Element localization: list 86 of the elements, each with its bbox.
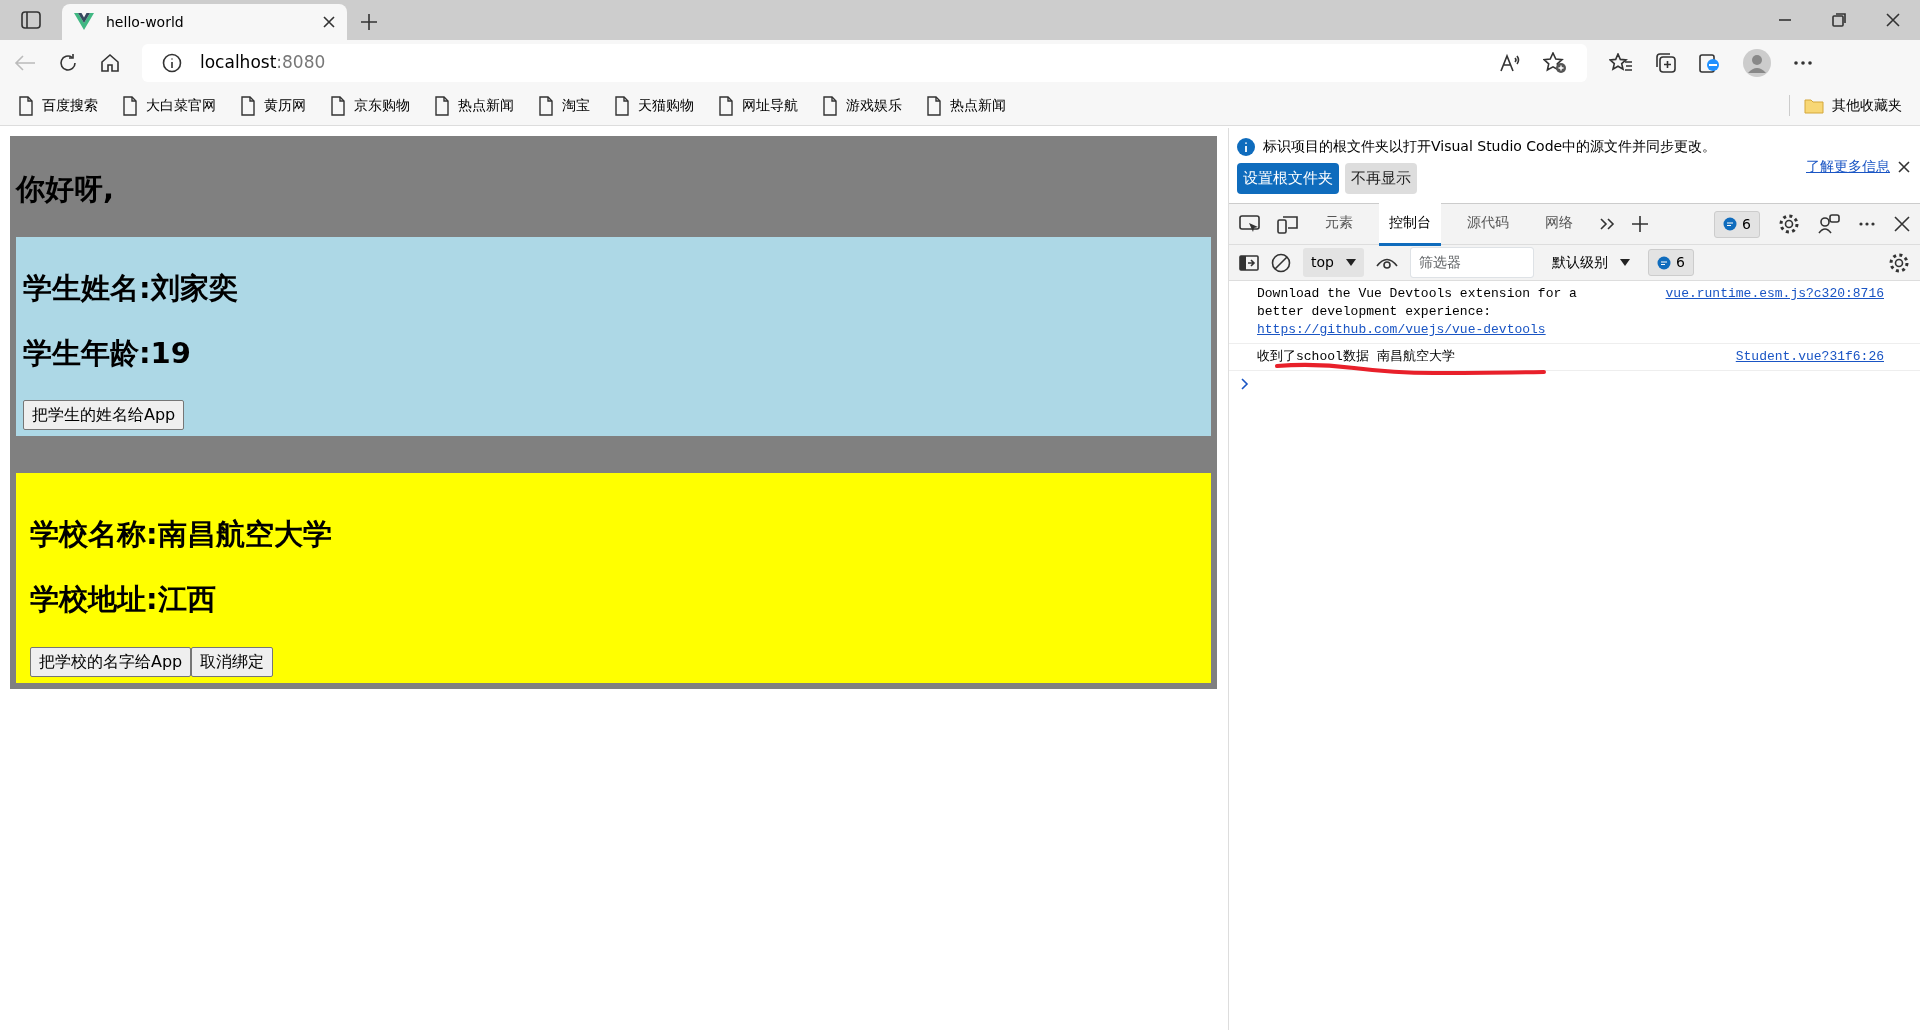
web-button[interactable]: 把学生的姓名给App (23, 400, 185, 431)
home-icon[interactable] (100, 53, 120, 73)
school-address-heading: 学校地址:江西 (30, 582, 217, 617)
plus-icon[interactable] (360, 13, 378, 31)
console-message: Download the Vue Devtools extension for a better development experience: (1257, 285, 1578, 321)
devtools-tab[interactable]: 网络 (1535, 202, 1583, 246)
sidebar-toggle-icon[interactable] (1239, 254, 1259, 271)
bookmark-link[interactable]: 百度搜索 (18, 95, 98, 116)
bookmark-folder[interactable]: 其他收藏夹 (1789, 95, 1902, 116)
plus-icon[interactable] (1631, 215, 1649, 233)
caret-icon (1619, 258, 1630, 267)
devtools-link[interactable]: https://github.com/vuejs/vue-devtools (1257, 322, 1546, 337)
more-icon[interactable] (1858, 221, 1876, 227)
bookmark-link[interactable]: 天猫购物 (614, 95, 694, 116)
log-level-dropdown[interactable]: 默认级别 (1545, 252, 1636, 273)
settings-icon[interactable] (1778, 213, 1800, 235)
source-link[interactable]: vue.runtime.esm.js?c320:8716 (1665, 285, 1884, 303)
devtools-tab[interactable]: 源代码 (1457, 202, 1519, 246)
info-icon (1237, 137, 1255, 156)
page-icon (926, 95, 942, 116)
bookmark-link[interactable]: 京东购物 (330, 95, 410, 116)
page-icon (614, 95, 630, 116)
bookmark-link[interactable]: 网址导航 (718, 95, 798, 116)
more-tabs-icon[interactable] (1599, 217, 1615, 231)
page-icon (822, 95, 838, 116)
info-icon (162, 53, 182, 73)
bookmark-link[interactable]: 淘宝 (538, 95, 590, 116)
devtools-tab[interactable]: 元素 (1315, 202, 1363, 246)
context-dropdown[interactable]: top (1303, 248, 1364, 277)
profile-avatar-icon[interactable] (1743, 49, 1771, 77)
bookmark-link[interactable]: 热点新闻 (434, 95, 514, 116)
devtools-tab[interactable]: 控制台 (1379, 202, 1441, 246)
prompt-chevron-icon (1241, 378, 1249, 390)
web-button[interactable]: 取消绑定 (191, 647, 274, 677)
restore-icon[interactable] (1832, 13, 1846, 27)
edge-browser-icon[interactable] (1699, 52, 1721, 74)
page-icon (240, 95, 256, 116)
student-name-heading: 学生姓名:刘家奕 (23, 270, 239, 306)
bookmark-link[interactable]: 大白菜官网 (122, 95, 216, 116)
message-icon (1723, 217, 1738, 231)
notice-text: 标识项目的根文件夹以打开Visual Studio Code中的源文件并同步更改。 (1263, 137, 1717, 156)
page-icon (538, 95, 554, 116)
caret-icon (1345, 258, 1356, 267)
page-icon (330, 95, 346, 116)
page-icon (122, 95, 138, 116)
message-count-button[interactable]: 6 (1647, 249, 1694, 276)
notice-button[interactable]: 设置根文件夹 (1237, 163, 1339, 194)
page-icon (18, 95, 34, 116)
message-icon (1656, 255, 1671, 270)
browser-tab[interactable]: hello-world (62, 4, 347, 40)
settings-icon[interactable] (1888, 251, 1910, 274)
more-icon[interactable] (1793, 60, 1813, 66)
vue-logo-icon (74, 13, 94, 31)
greeting-heading: 你好呀, (16, 171, 116, 208)
read-aloud-icon[interactable] (1499, 53, 1521, 73)
clear-console-icon[interactable] (1271, 252, 1291, 273)
device-icon[interactable] (1277, 214, 1299, 234)
student-age-heading: 学生年龄:19 (23, 335, 192, 371)
learn-more-link[interactable]: 了解更多信息 (1806, 156, 1890, 177)
bookmark-link[interactable]: 游戏娱乐 (822, 95, 902, 116)
url-text: localhost:8080 (200, 51, 326, 75)
bookmark-link[interactable]: 热点新闻 (926, 95, 1006, 116)
web-button[interactable]: 把学校的名字给App (30, 647, 192, 677)
folder-icon (1804, 97, 1824, 114)
page-icon (718, 95, 734, 116)
refresh-icon[interactable] (58, 53, 78, 73)
filter-field[interactable]: 筛选器 (1409, 247, 1534, 278)
favorites-icon[interactable] (1609, 53, 1633, 73)
source-link[interactable]: Student.vue?31f6:26 (1735, 348, 1884, 366)
close-icon[interactable] (323, 16, 335, 28)
issues-count-button[interactable]: 6 (1714, 210, 1760, 238)
star-add-icon[interactable] (1543, 52, 1567, 74)
bookmark-link[interactable]: 黄历网 (240, 95, 306, 116)
console-message: 收到了school数据 南昌航空大学 (1257, 348, 1456, 366)
tab-actions-icon[interactable] (21, 11, 41, 29)
close-icon[interactable] (1898, 160, 1910, 173)
collections-icon[interactable] (1655, 52, 1677, 74)
close-icon[interactable] (1894, 216, 1910, 232)
feedback-icon[interactable] (1818, 213, 1840, 235)
page-icon (434, 95, 450, 116)
school-name-heading: 学校名称:南昌航空大学 (30, 517, 333, 553)
tab-title: hello-world (106, 12, 185, 32)
inspect-icon[interactable] (1239, 214, 1261, 234)
close-icon[interactable] (1886, 13, 1900, 27)
notice-button[interactable]: 不再显示 (1345, 163, 1417, 194)
address-bar[interactable]: localhost:8080 (142, 44, 1587, 82)
